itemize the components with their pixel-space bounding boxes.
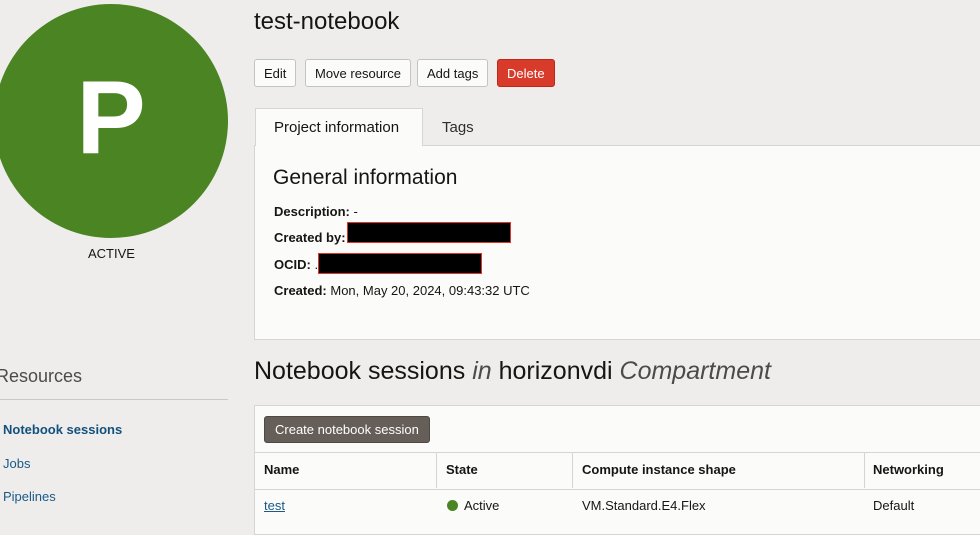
section-title-in: in [472, 357, 492, 385]
created-by-redacted [347, 222, 511, 243]
column-header-shape[interactable]: Compute instance shape [582, 462, 736, 477]
session-state: Active [464, 498, 500, 513]
project-avatar: P [0, 4, 228, 238]
avatar-letter: P [76, 60, 146, 176]
column-divider [572, 453, 573, 488]
compartment-name: horizonvdi [498, 357, 613, 385]
tab-project-information[interactable]: Project information [255, 108, 423, 146]
resource-link-pipelines[interactable]: Pipelines [3, 489, 56, 504]
session-shape: VM.Standard.E4.Flex [582, 498, 706, 513]
general-info-title: General information [273, 166, 458, 189]
ocid-field: OCID: . [274, 257, 318, 272]
compartment-word: Compartment [619, 357, 771, 385]
created-by-label: Created by: [274, 230, 346, 245]
page-title: test-notebook [254, 8, 400, 35]
resources-title: Resources [0, 366, 83, 386]
created-by-field: Created by: [274, 230, 346, 245]
session-networking: Default [873, 498, 915, 513]
notebook-sessions-title: Notebook sessions in horizonvdi Compartm… [254, 357, 771, 386]
tab-tags[interactable]: Tags [424, 108, 492, 146]
column-header-networking[interactable]: Networking [873, 462, 944, 477]
ocid-redacted [318, 253, 482, 274]
create-notebook-session-button[interactable]: Create notebook session [264, 416, 430, 443]
description-field: Description: - [274, 204, 358, 219]
column-header-name[interactable]: Name [264, 462, 299, 477]
resource-link-notebook-sessions[interactable]: Notebook sessions [3, 422, 122, 437]
resources-divider [0, 399, 228, 400]
add-tags-button[interactable]: Add tags [417, 59, 489, 87]
delete-button[interactable]: Delete [497, 59, 555, 87]
session-name-link[interactable]: test [264, 498, 285, 513]
project-state: ACTIVE [88, 246, 135, 261]
column-divider [864, 453, 865, 488]
column-header-state[interactable]: State [446, 462, 478, 477]
description-label: Description: [274, 204, 350, 219]
edit-button[interactable]: Edit [254, 59, 297, 87]
created-value: Mon, May 20, 2024, 09:43:32 UTC [330, 283, 530, 298]
created-label: Created: [274, 283, 327, 298]
column-divider [436, 453, 437, 488]
ocid-label: OCID: [274, 257, 311, 272]
description-value: - [353, 204, 358, 219]
active-status-icon [447, 500, 458, 511]
created-field: Created: Mon, May 20, 2024, 09:43:32 UTC [274, 283, 530, 298]
resource-link-jobs[interactable]: Jobs [3, 456, 30, 471]
section-title-main: Notebook sessions [254, 357, 466, 385]
move-resource-button[interactable]: Move resource [305, 59, 411, 87]
